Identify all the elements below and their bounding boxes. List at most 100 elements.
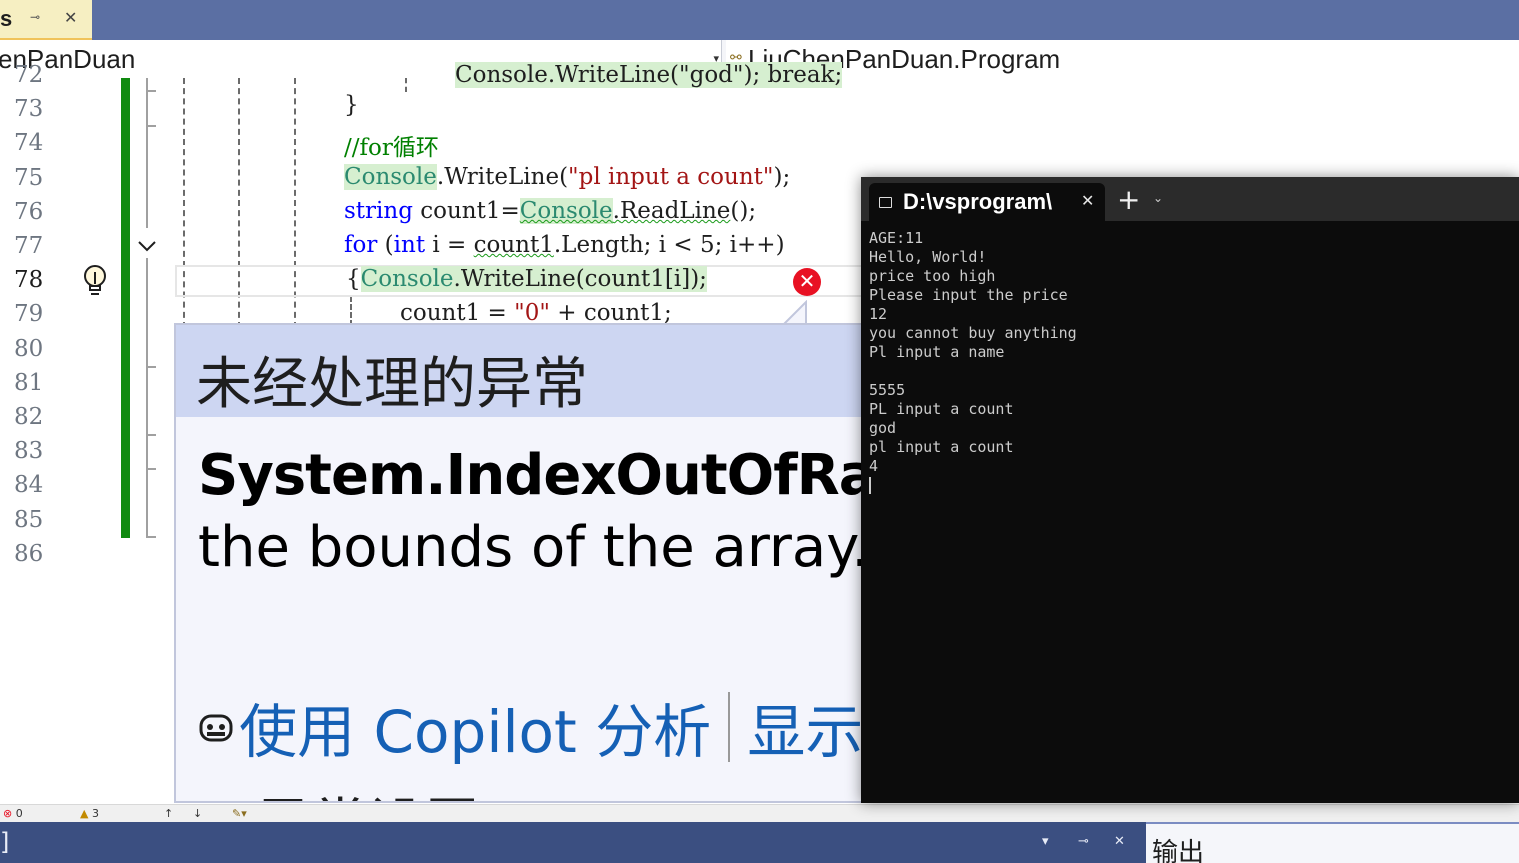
outline-tick xyxy=(146,536,156,538)
line-number: 77 xyxy=(14,233,44,259)
code-line-75: Console.WriteLine("pl input a count"); xyxy=(344,164,790,190)
new-tab-button[interactable]: + xyxy=(1117,183,1140,216)
code-token: { xyxy=(346,266,361,292)
code-token: .WriteLine( xyxy=(436,164,569,190)
indent-guide xyxy=(405,78,407,92)
exception-title: 未经处理的异常 xyxy=(196,352,588,417)
panel-pin-icon[interactable]: ⊸ xyxy=(1078,834,1089,849)
code-cleanup-icon[interactable]: ✎▾ xyxy=(232,807,247,820)
code-token: count1 xyxy=(473,232,554,258)
title-bar: s ⊸ ✕ xyxy=(0,0,1519,40)
outline-line xyxy=(146,258,148,538)
terminal-line: god xyxy=(869,419,897,437)
code-token: .Length; i < 5; i++) xyxy=(553,232,785,258)
outline-tick xyxy=(146,90,156,92)
close-icon[interactable]: ✕ xyxy=(64,8,77,27)
code-token: .WriteLine(count1[i]); xyxy=(453,266,707,292)
code-line-73: } xyxy=(344,92,359,118)
code-token: count1= xyxy=(412,198,520,224)
code-line-72: Console.WriteLine("god"); break; xyxy=(455,62,843,88)
code-line-77: for (int i = count1.Length; i < 5; i++) xyxy=(344,232,785,258)
terminal-title-bar: D:\vsprogram\ ✕ + ⌄ xyxy=(861,177,1519,221)
code-token: i = xyxy=(425,232,474,258)
pin-icon[interactable]: ⊸ xyxy=(30,10,40,24)
tab-dropdown-icon[interactable]: ⌄ xyxy=(1153,191,1163,205)
terminal-window[interactable]: D:\vsprogram\ ✕ + ⌄ AGE:11 Hello, World! p… xyxy=(861,177,1519,803)
exception-header: 未经处理的异常 xyxy=(176,325,862,417)
terminal-line: AGE:11 xyxy=(869,229,924,247)
line-number: 74 xyxy=(14,130,44,157)
code-token: } xyxy=(344,92,359,118)
terminal-line: price too high xyxy=(869,267,996,285)
keyword-token: string xyxy=(344,198,413,224)
code-token: . xyxy=(612,198,620,224)
panel-close-icon[interactable]: ✕ xyxy=(1114,834,1125,849)
output-panel-tab[interactable]: 输出 xyxy=(1146,822,1519,863)
code-token: (); xyxy=(730,198,757,224)
previous-issue-button[interactable]: ↑ xyxy=(164,807,173,820)
exception-type: System.IndexOutOfRangeException: Index w… xyxy=(198,443,862,508)
line-number: 86 xyxy=(14,540,44,567)
line-number: 73 xyxy=(14,96,44,123)
terminal-line: 5555 xyxy=(869,381,906,399)
terminal-tab-close-icon[interactable]: ✕ xyxy=(1081,191,1094,210)
terminal-line: pl input a count xyxy=(869,438,1014,456)
error-icon[interactable]: ✕ xyxy=(793,268,821,296)
warning-count-value: 3 xyxy=(91,807,99,820)
panel-edge-glyph: ] xyxy=(0,828,10,856)
terminal-line: 12 xyxy=(869,305,888,323)
code-token: ( xyxy=(377,232,394,258)
line-number: 82 xyxy=(14,404,44,430)
code-token: ReadLine xyxy=(619,198,731,224)
comment-text: //for循环 xyxy=(344,135,439,161)
bottom-panel-bar: ] ▾ ⊸ ✕ 输出 xyxy=(0,822,1519,863)
terminal-output[interactable]: AGE:11 Hello, World! price too high Please … xyxy=(869,229,1509,495)
show-call-stack-link[interactable]: 显示调用堆栈 xyxy=(747,698,862,766)
error-count[interactable]: ⊗ 0 xyxy=(3,807,23,820)
terminal-line: PL input a count xyxy=(869,400,1014,418)
ide-window: s ⊸ ✕ enPanDuan ▾ ⚯ LiuChenPanDuan.Progr… xyxy=(0,0,1519,863)
terminal-tab[interactable]: D:\vsprogram\ ✕ xyxy=(869,183,1105,221)
copilot-icon xyxy=(199,714,233,742)
error-count-value: 0 xyxy=(15,807,23,820)
collapse-chevron-icon[interactable] xyxy=(136,238,158,254)
terminal-icon xyxy=(879,197,892,208)
type-token: Console xyxy=(360,266,454,292)
exception-helper: 未经处理的异常 System.IndexOutOfRangeException:… xyxy=(174,323,864,803)
member-dropdown[interactable]: ⚯ LiuChenPanDuan.Program xyxy=(726,40,1519,78)
document-tab-title: s xyxy=(0,6,13,31)
warning-icon: ▲ xyxy=(80,807,89,820)
terminal-line: Hello, World! xyxy=(869,248,987,266)
exception-settings[interactable]: 异常设置 xyxy=(208,780,480,801)
outline-tick xyxy=(146,125,156,127)
exception-message: the bounds of the array. xyxy=(198,515,864,580)
copilot-analyze-link[interactable]: 使用 Copilot 分析 xyxy=(239,698,711,766)
line-number: 80 xyxy=(14,335,44,362)
warning-count[interactable]: ▲ 3 xyxy=(80,807,99,820)
line-number: 83 xyxy=(14,438,44,465)
terminal-cursor xyxy=(869,477,871,494)
change-tracking-bar xyxy=(121,78,130,538)
code-line-74: //for循环 xyxy=(344,128,439,162)
link-separator xyxy=(728,692,731,762)
lightbulb-icon[interactable] xyxy=(80,264,110,298)
exception-actions: 使用 Copilot 分析 显示调用堆栈 xyxy=(198,685,862,766)
panel-dropdown-icon[interactable]: ▾ xyxy=(1042,834,1049,849)
outline-line xyxy=(146,78,148,228)
output-panel-title: 输出 xyxy=(1152,838,1205,863)
exception-settings-label: 异常设置 xyxy=(256,793,480,801)
line-number: 75 xyxy=(14,164,44,191)
line-number: 81 xyxy=(14,369,44,396)
next-issue-button[interactable]: ↓ xyxy=(193,807,202,820)
code-token: Console.WriteLine("god"); break; xyxy=(455,62,843,88)
keyword-token: int xyxy=(393,232,426,258)
line-number: 78 xyxy=(14,267,44,294)
type-token: Console xyxy=(344,164,437,190)
document-tab[interactable]: s ⊸ ✕ xyxy=(0,0,92,40)
line-number: 85 xyxy=(14,506,44,533)
line-number: 79 xyxy=(14,301,44,328)
outline-tick xyxy=(146,434,156,436)
line-number: 76 xyxy=(14,198,44,225)
outline-tick xyxy=(146,468,156,470)
